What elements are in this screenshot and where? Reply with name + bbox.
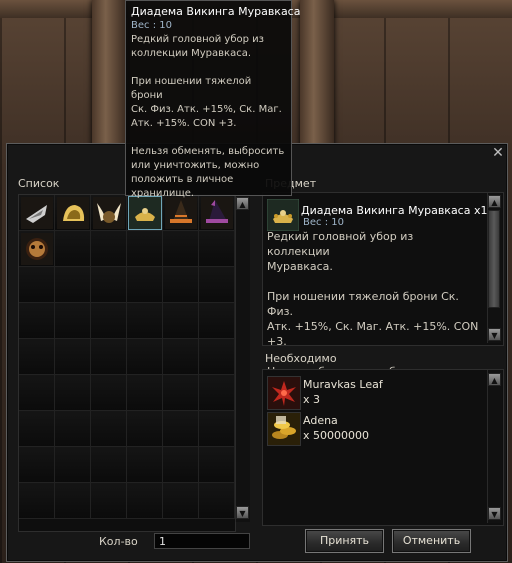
- grid-cell[interactable]: [55, 303, 91, 339]
- grid-cell[interactable]: [127, 411, 163, 447]
- winged-helm-icon: [93, 197, 125, 229]
- grid-cell[interactable]: [127, 483, 163, 519]
- grid-cell[interactable]: [163, 447, 199, 483]
- grid-cell[interactable]: [163, 339, 199, 375]
- accept-button[interactable]: Принять: [305, 529, 384, 553]
- wall-pillar: [300, 0, 334, 150]
- grid-cell[interactable]: [55, 375, 91, 411]
- grid-cell[interactable]: [19, 303, 55, 339]
- grid-cell[interactable]: [91, 483, 127, 519]
- description-scrollbar[interactable]: ▲ ▼: [487, 193, 502, 343]
- grid-cell[interactable]: [91, 447, 127, 483]
- grid-scrollbar[interactable]: ▲ ▼: [235, 194, 250, 522]
- grid-cell[interactable]: [19, 411, 55, 447]
- grid-cell[interactable]: [55, 267, 91, 303]
- cancel-button[interactable]: Отменить: [392, 529, 471, 553]
- wall-pillar: [92, 0, 126, 150]
- requirement-count: x 50000000: [303, 429, 369, 442]
- quantity-input[interactable]: [154, 533, 250, 549]
- grid-cell[interactable]: [55, 411, 91, 447]
- tooltip-title: Диадема Викинга Муравкаса: [131, 5, 301, 18]
- grid-cell[interactable]: [199, 339, 235, 375]
- grid-cell[interactable]: [199, 447, 235, 483]
- list-label: Список: [18, 177, 60, 190]
- required-label: Необходимо: [265, 352, 337, 365]
- item-weight: Вес : 10: [303, 217, 344, 228]
- grid-cell[interactable]: [55, 195, 91, 231]
- viking-diadem-icon: [267, 199, 299, 231]
- grid-cell[interactable]: [91, 375, 127, 411]
- grid-cell[interactable]: [163, 483, 199, 519]
- grid-cell[interactable]: [91, 411, 127, 447]
- grid-cell[interactable]: [127, 339, 163, 375]
- grid-cell[interactable]: [127, 231, 163, 267]
- item-detail-panel: Диадема Викинга Муравкаса x1 Вес : 10 Ре…: [262, 192, 504, 378]
- grid-cell[interactable]: [55, 231, 91, 267]
- grid-cell[interactable]: [19, 447, 55, 483]
- requirement-name: Adena: [303, 414, 338, 427]
- fish-fin-icon: [21, 197, 53, 229]
- requirements-scrollbar[interactable]: ▲ ▼: [487, 370, 502, 523]
- scroll-down-icon[interactable]: ▼: [488, 328, 501, 341]
- item-tooltip: Диадема Викинга Муравкаса Вес : 10 Редки…: [125, 0, 301, 199]
- grid-cell[interactable]: [19, 375, 55, 411]
- item-grid: [18, 194, 236, 532]
- grid-cell[interactable]: [163, 231, 199, 267]
- grid-cell[interactable]: [19, 483, 55, 519]
- scroll-up-icon[interactable]: ▲: [488, 195, 501, 208]
- grid-cell[interactable]: [127, 303, 163, 339]
- grid-cell[interactable]: [19, 267, 55, 303]
- witch-hat-purple-icon: [201, 197, 233, 229]
- grid-cell[interactable]: [91, 195, 127, 231]
- viking-diadem-icon: [129, 197, 161, 229]
- requirement-count: x 3: [303, 393, 321, 406]
- grid-cell[interactable]: [55, 483, 91, 519]
- grid-cell[interactable]: [91, 231, 127, 267]
- grid-cell[interactable]: [163, 411, 199, 447]
- grid-cell[interactable]: [91, 267, 127, 303]
- close-icon[interactable]: ✕: [491, 146, 505, 160]
- grid-cell[interactable]: [127, 375, 163, 411]
- grid-cell[interactable]: [199, 411, 235, 447]
- requirement-name: Muravkas Leaf: [303, 378, 383, 391]
- grid-cell[interactable]: [163, 303, 199, 339]
- grid-cell[interactable]: [19, 339, 55, 375]
- scroll-down-icon[interactable]: ▼: [488, 507, 501, 520]
- grid-cell[interactable]: [55, 339, 91, 375]
- grid-cell[interactable]: [55, 447, 91, 483]
- coins-icon: [267, 412, 301, 446]
- grid-cell[interactable]: [199, 375, 235, 411]
- grid-cell[interactable]: [199, 267, 235, 303]
- red-leaf-icon: [267, 376, 301, 410]
- tooltip-weight: Вес : 10: [131, 20, 172, 31]
- crafting-window: ✕ Список Предмет ▲ ▼ Диадема Викинга Мур…: [6, 143, 508, 562]
- grid-cell[interactable]: [163, 375, 199, 411]
- grid-cell[interactable]: [127, 267, 163, 303]
- grid-cell[interactable]: [199, 303, 235, 339]
- witch-hat-orange-icon: [165, 197, 197, 229]
- grid-cell[interactable]: [19, 195, 55, 231]
- requirements-panel: Muravkas Leaf x 3 Adena x 50000000 ▲ ▼: [262, 369, 504, 526]
- grid-cell[interactable]: [199, 231, 235, 267]
- grid-cell[interactable]: [91, 339, 127, 375]
- tooltip-description: Редкий головной убор из коллекции Муравк…: [131, 34, 285, 199]
- item-name: Диадема Викинга Муравкаса x1: [301, 204, 488, 217]
- grid-cell[interactable]: [91, 303, 127, 339]
- quantity-label: Кол-во: [99, 535, 138, 548]
- grid-cell[interactable]: [163, 267, 199, 303]
- grid-cell[interactable]: [199, 483, 235, 519]
- scroll-down-icon[interactable]: ▼: [236, 506, 249, 519]
- bronze-mask-icon: [21, 233, 53, 265]
- scroll-thumb[interactable]: [488, 210, 500, 308]
- scroll-up-icon[interactable]: ▲: [488, 373, 501, 386]
- grid-cell[interactable]: [19, 231, 55, 267]
- golden-helm-icon: [57, 197, 89, 229]
- grid-cell[interactable]: [127, 447, 163, 483]
